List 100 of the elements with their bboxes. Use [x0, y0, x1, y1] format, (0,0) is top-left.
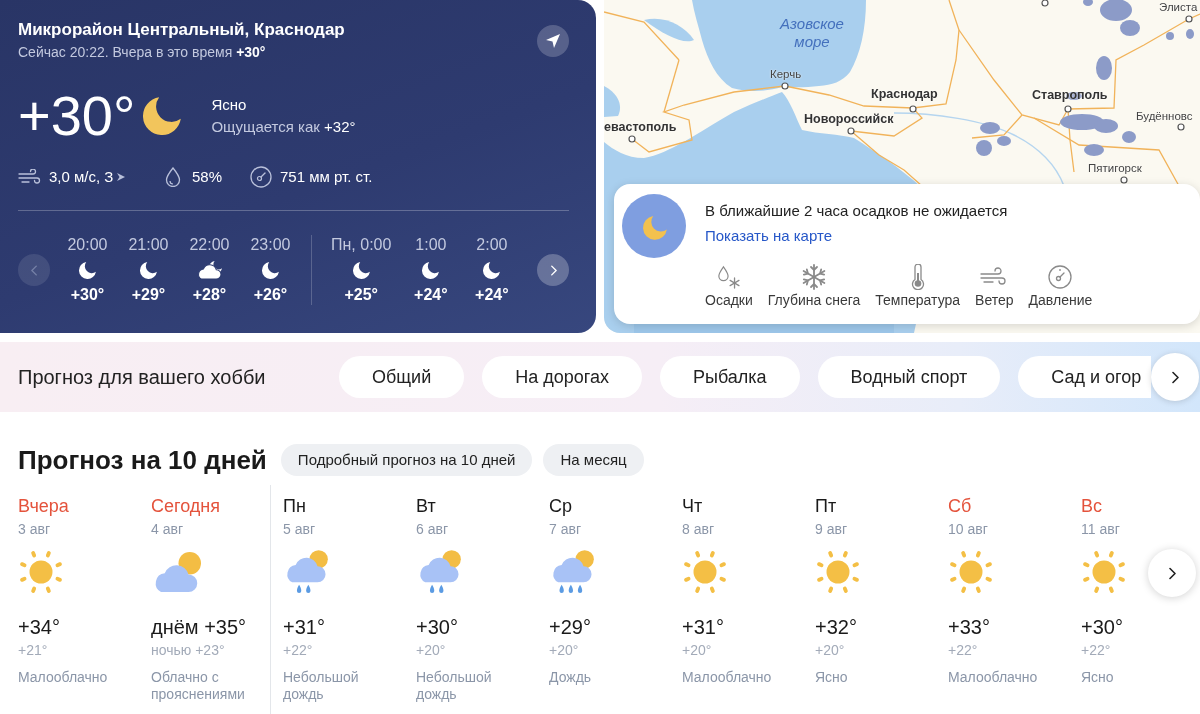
day-temperature: +31° — [283, 615, 326, 639]
day-name: Пт — [815, 495, 838, 517]
condition-text: Ясно — [211, 95, 248, 115]
day-date: 4 авг — [151, 520, 184, 538]
sun-icon — [682, 549, 728, 595]
hour-time: 1:00 — [415, 235, 447, 255]
precipitation-message: В ближайшие 2 часа осадков не ожидается — [705, 201, 1009, 221]
day-temperature: +33° — [948, 615, 991, 639]
map-label: Азовское море — [778, 15, 845, 51]
day-date: 10 авг — [948, 520, 989, 538]
pressure-gauge-icon — [250, 166, 272, 188]
hour-temperature: +28° — [192, 285, 227, 305]
hour-time: 20:00 — [67, 235, 108, 255]
hour-temperature: +26° — [253, 285, 288, 305]
chevron-right-icon — [549, 264, 557, 276]
forecast-link[interactable]: Подробный прогноз на 10 дней — [280, 444, 533, 476]
map-layer-button[interactable]: Ветер — [975, 264, 1014, 309]
condition-text: Ясно — [815, 669, 849, 686]
day-date: 5 авг — [283, 520, 316, 538]
navigation-arrow-icon — [546, 34, 560, 48]
wind-icon — [980, 267, 1009, 287]
night-temperature: +20° — [416, 641, 447, 659]
day-date: 7 авг — [549, 520, 582, 538]
moon-icon — [262, 261, 279, 279]
moon-icon — [79, 261, 96, 279]
hobby-chip[interactable]: Общий — [339, 356, 465, 398]
day-temperature: +30° — [416, 615, 459, 639]
hour-temperature: +24° — [414, 285, 448, 305]
moon-icon — [352, 261, 370, 279]
day-date: 8 авг — [682, 520, 715, 538]
moon-icon — [140, 261, 157, 279]
location-button[interactable] — [537, 25, 569, 57]
snowflake-icon — [801, 264, 828, 290]
day-temperature: +34° — [18, 615, 61, 639]
humidity-drop-icon — [165, 167, 181, 187]
next-button[interactable] — [537, 254, 569, 286]
wind-direction-icon — [117, 173, 126, 181]
map-label: Пятигорск — [1088, 161, 1142, 175]
hour-time: 23:00 — [250, 235, 291, 255]
map-layer-button[interactable]: Давление — [1028, 264, 1093, 309]
condition-text: Малооблачно — [948, 669, 1039, 686]
hour-time: Пн, 0:00 — [331, 235, 392, 255]
time-subtitle: Сейчас 20:22. Вчера в это время +30° — [18, 43, 267, 61]
day-name: Вт — [416, 495, 437, 517]
day-name: Сб — [948, 495, 973, 517]
forecast-link[interactable]: На месяц — [543, 444, 644, 476]
hobby-chip[interactable]: Сад и огор — [1018, 356, 1151, 398]
moon-icon — [622, 194, 686, 258]
day-date: 3 авг — [18, 520, 51, 538]
wind-text: 3,0 м/с, З — [49, 166, 114, 187]
day-name: Сегодня — [151, 495, 221, 517]
hobby-chip[interactable]: Водный спорт — [817, 356, 1001, 398]
hour-time: 21:00 — [128, 235, 169, 255]
next-button[interactable] — [1148, 549, 1196, 597]
night-temperature: +21° — [18, 641, 49, 659]
humidity-text: 58% — [192, 166, 223, 187]
night-temperature: +20° — [682, 641, 713, 659]
cloud-moon-icon — [196, 260, 223, 280]
condition-text: Небольшой дождь — [416, 669, 493, 703]
feels-like-text: Ощущается как +32° — [211, 117, 356, 137]
thermometer-icon — [910, 264, 925, 290]
hobby-chip[interactable]: Рыбалка — [659, 356, 800, 398]
day-name: Вчера — [18, 495, 70, 517]
map-label: Ставрополь — [1032, 88, 1108, 103]
map-label: Керчь — [770, 67, 802, 81]
condition-text: Облачно с прояснениями — [151, 669, 246, 703]
hobby-chip[interactable]: На дорогах — [482, 356, 642, 398]
night-temperature: +20° — [815, 641, 846, 659]
chevron-right-icon — [1171, 370, 1179, 384]
hour-time: 22:00 — [189, 235, 230, 255]
hour-time: 2:00 — [476, 235, 508, 255]
hour-temperature: +25° — [344, 285, 378, 305]
day-temperature: днём +35° — [151, 615, 248, 639]
day-date: 9 авг — [815, 520, 848, 538]
wind-icon — [18, 169, 42, 185]
sun-icon — [1081, 549, 1127, 595]
sun-icon — [18, 549, 64, 595]
night-temperature: +22° — [948, 641, 979, 659]
moon-icon — [483, 261, 501, 279]
show-on-map-link[interactable]: Показать на карте — [705, 226, 833, 246]
condition-text: Небольшой дождь — [283, 669, 360, 703]
day-temperature: +31° — [682, 615, 725, 639]
condition-text: Малооблачно — [682, 669, 773, 686]
pressure-text: 751 мм рт. ст. — [280, 166, 373, 187]
map-label: Элиста — [1159, 0, 1198, 14]
map-layer-button[interactable]: Осадки — [705, 264, 753, 309]
day-date: 11 авг — [1081, 520, 1121, 538]
gauge-icon — [1048, 265, 1073, 289]
current-temperature: +30° — [18, 86, 136, 146]
hobby-title: Прогноз для вашего хобби — [18, 365, 267, 390]
hour-temperature: +30° — [70, 285, 105, 305]
day-temperature: +30° — [1081, 615, 1124, 639]
forecast-title: Прогноз на 10 дней — [18, 444, 267, 476]
drop-snowflake-icon — [716, 265, 741, 289]
map-layer-button[interactable]: Температура — [875, 264, 961, 309]
condition-text: Малооблачно — [18, 669, 109, 686]
next-button[interactable] — [1151, 353, 1199, 401]
day-temperature: +29° — [549, 615, 592, 639]
condition-text: Дождь — [549, 669, 593, 686]
map-layer-button[interactable]: Глубина снега — [767, 264, 861, 309]
